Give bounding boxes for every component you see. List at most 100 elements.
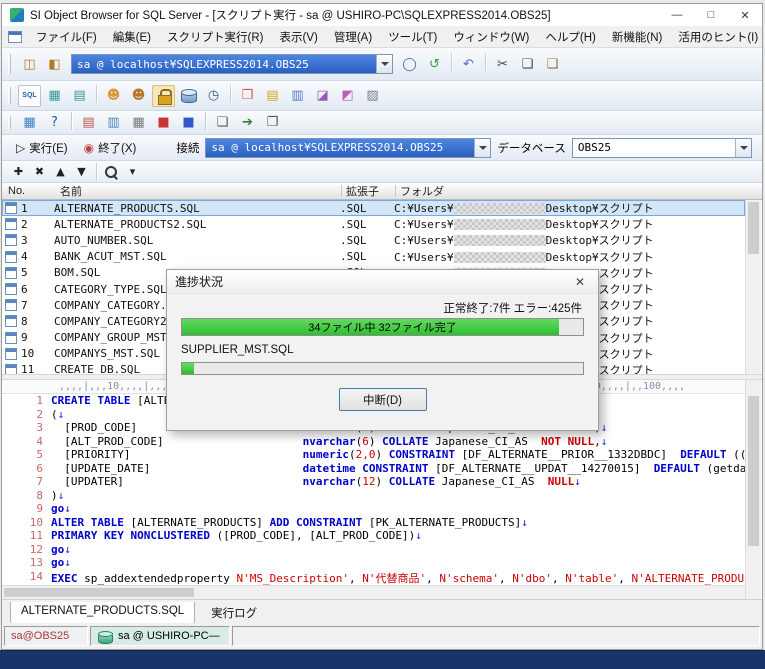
table-edit-icon[interactable]: ▦ — [43, 85, 66, 107]
clock-icon[interactable]: ◷ — [202, 85, 225, 107]
code-line[interactable]: 13go↓ — [2, 556, 745, 570]
property-icon[interactable]: ◪ — [311, 85, 334, 107]
result-grid-icon[interactable]: ▦ — [18, 112, 41, 134]
notebook-icon[interactable]: ▤ — [261, 85, 284, 107]
refresh-icon[interactable]: ↺ — [423, 53, 446, 75]
menu-window[interactable]: ウィンドウ(W) — [445, 26, 537, 48]
matrix-icon[interactable]: ▦ — [127, 112, 150, 134]
child-window-icon[interactable] — [8, 31, 22, 43]
database-icon[interactable] — [177, 85, 200, 107]
editor-hscrollbar[interactable] — [2, 585, 745, 599]
calendar-icon[interactable]: ▤ — [77, 112, 100, 134]
card-icon[interactable]: ▥ — [286, 85, 309, 107]
new-window-icon[interactable]: ❐ — [261, 112, 284, 134]
search-icon[interactable] — [102, 163, 121, 181]
abort-button[interactable]: 中断(D) — [339, 388, 427, 411]
column-header-no[interactable]: No. — [4, 183, 56, 199]
database-combo[interactable]: OBS25 — [572, 138, 752, 158]
toolbar-separator — [230, 85, 231, 103]
code-line[interactable]: 11PRIMARY KEY NONCLUSTERED ([PROD_CODE],… — [2, 529, 745, 543]
copy-grid-icon[interactable]: ❏ — [211, 112, 234, 134]
option-icon[interactable]: ▨ — [361, 85, 384, 107]
table-row[interactable]: 4BANK_ACUT_MST.SQL.SQLC:¥Users¥Desktop¥ス… — [2, 249, 745, 265]
user-icon[interactable]: ☻ — [102, 85, 125, 107]
stop-button[interactable]: ◉ 終了(X) — [76, 138, 145, 158]
code-line[interactable]: 4 [ALT_PROD_CODE] nvarchar(6) COLLATE Ja… — [2, 435, 745, 449]
menu-manage[interactable]: 管理(A) — [326, 26, 380, 48]
database-combo-dropdown[interactable] — [735, 139, 751, 157]
code-line[interactable]: 7 [UPDATER] nvarchar(12) COLLATE Japanes… — [2, 475, 745, 489]
move-up-icon[interactable]: ▲ — [51, 163, 70, 181]
code-line[interactable]: 5 [PRIORITY] numeric(2,0) CONSTRAINT [DF… — [2, 448, 745, 462]
maximize-button[interactable]: □ — [694, 4, 728, 26]
menu-edit[interactable]: 編集(E) — [105, 26, 159, 48]
data-grid-icon[interactable]: ▤ — [68, 85, 91, 107]
code-line[interactable]: 6 [UPDATE_DATE] datetime CONSTRAINT [DF_… — [2, 462, 745, 476]
connection-combo-dropdown[interactable] — [376, 55, 392, 73]
menu-new-features[interactable]: 新機能(N) — [604, 26, 670, 48]
menu-view[interactable]: 表示(V) — [272, 26, 326, 48]
code-line[interactable]: 14EXEC sp_addextendedproperty N'MS_Descr… — [2, 570, 745, 584]
scrollbar-thumb[interactable] — [748, 396, 759, 546]
tab-script-file[interactable]: ALTERNATE_PRODUCTS.SQL — [10, 602, 195, 624]
minimize-button[interactable]: — — [660, 4, 694, 26]
tab-exec-log[interactable]: 実行ログ — [201, 602, 267, 624]
code-line[interactable]: 10ALTER TABLE [ALTERNATE_PRODUCTS] ADD C… — [2, 516, 745, 530]
disconnect-icon[interactable]: ◧ — [43, 53, 66, 75]
export-icon[interactable]: ➔ — [236, 112, 259, 134]
exec-connection-dropdown[interactable] — [474, 139, 490, 157]
paste-icon[interactable]: ❑ — [541, 53, 564, 75]
search-dropdown-icon[interactable]: ▾ — [123, 163, 142, 181]
close-button[interactable]: ✕ — [728, 4, 762, 26]
lock-icon[interactable] — [152, 85, 175, 107]
remove-file-icon[interactable]: ✖ — [30, 163, 49, 181]
sql-editor-icon[interactable]: SQL — [18, 85, 41, 107]
connect-icon[interactable]: ◫ — [18, 53, 41, 75]
editor-scrollbar[interactable] — [745, 380, 761, 599]
connection-combo[interactable]: sa @ localhost¥SQLEXPRESS2014.OBS25 — [71, 54, 393, 74]
column-header-folder[interactable]: フォルダ — [396, 183, 762, 199]
run-button[interactable]: ▷ 実行(E) — [8, 138, 76, 158]
toolbar-grip[interactable] — [8, 116, 11, 130]
blue-cell-icon[interactable]: ■ — [177, 112, 200, 134]
extended-property-icon[interactable]: ◩ — [336, 85, 359, 107]
users-icon[interactable]: ☻ — [127, 85, 150, 107]
column-divider[interactable] — [341, 185, 342, 197]
menu-help[interactable]: ヘルプ(H) — [537, 26, 603, 48]
package-icon[interactable]: ❒ — [236, 85, 259, 107]
scrollbar-thumb[interactable] — [4, 588, 194, 597]
stop-icon[interactable]: ◯ — [398, 53, 421, 75]
file-list-toolbar: ✚✖▲▼ ▾ — [2, 161, 762, 183]
code-line[interactable]: 8)↓ — [2, 489, 745, 503]
table-row[interactable]: 1ALTERNATE_PRODUCTS.SQL.SQLC:¥Users¥Desk… — [2, 200, 745, 216]
column-header-name[interactable]: 名前 — [56, 183, 342, 199]
menu-tips[interactable]: 活用のヒント(I) — [670, 26, 763, 48]
windows-taskbar[interactable] — [0, 650, 765, 669]
toolbar-separator — [485, 53, 486, 71]
menu-file[interactable]: ファイル(F) — [28, 26, 105, 48]
column-divider[interactable] — [395, 185, 396, 197]
toolbar-grip[interactable] — [8, 87, 11, 104]
dialog-close-icon[interactable]: ✕ — [570, 275, 590, 289]
copy-icon[interactable]: ❏ — [516, 53, 539, 75]
table-row[interactable]: 2ALTERNATE_PRODUCTS2.SQL.SQLC:¥Users¥Des… — [2, 216, 745, 232]
red-cell-icon[interactable]: ■ — [152, 112, 175, 134]
menu-tools[interactable]: ツール(T) — [380, 26, 445, 48]
exec-connection-combo[interactable]: sa @ localhost¥SQLEXPRESS2014.OBS25 — [205, 138, 491, 158]
cut-icon[interactable]: ✂ — [491, 53, 514, 75]
toolbar-grip[interactable] — [8, 54, 11, 73]
move-down-icon[interactable]: ▼ — [72, 163, 91, 181]
table-row[interactable]: 3AUTO_NUMBER.SQL.SQLC:¥Users¥Desktop¥スクリ… — [2, 232, 745, 248]
form-icon[interactable]: ▥ — [102, 112, 125, 134]
code-line[interactable]: 9go↓ — [2, 502, 745, 516]
code-line[interactable]: 12go↓ — [2, 543, 745, 557]
scrollbar-thumb[interactable] — [748, 202, 759, 254]
menu-script-run[interactable]: スクリプト実行(R) — [159, 26, 271, 48]
code-text: )↓ — [51, 489, 64, 503]
help-icon[interactable]: ? — [43, 112, 66, 134]
undo-icon[interactable]: ↶ — [457, 53, 480, 75]
code-text: (↓ — [51, 408, 64, 422]
file-table-scrollbar[interactable] — [745, 200, 761, 374]
add-file-icon[interactable]: ✚ — [9, 163, 28, 181]
column-header-ext[interactable]: 拡張子 — [342, 183, 396, 199]
